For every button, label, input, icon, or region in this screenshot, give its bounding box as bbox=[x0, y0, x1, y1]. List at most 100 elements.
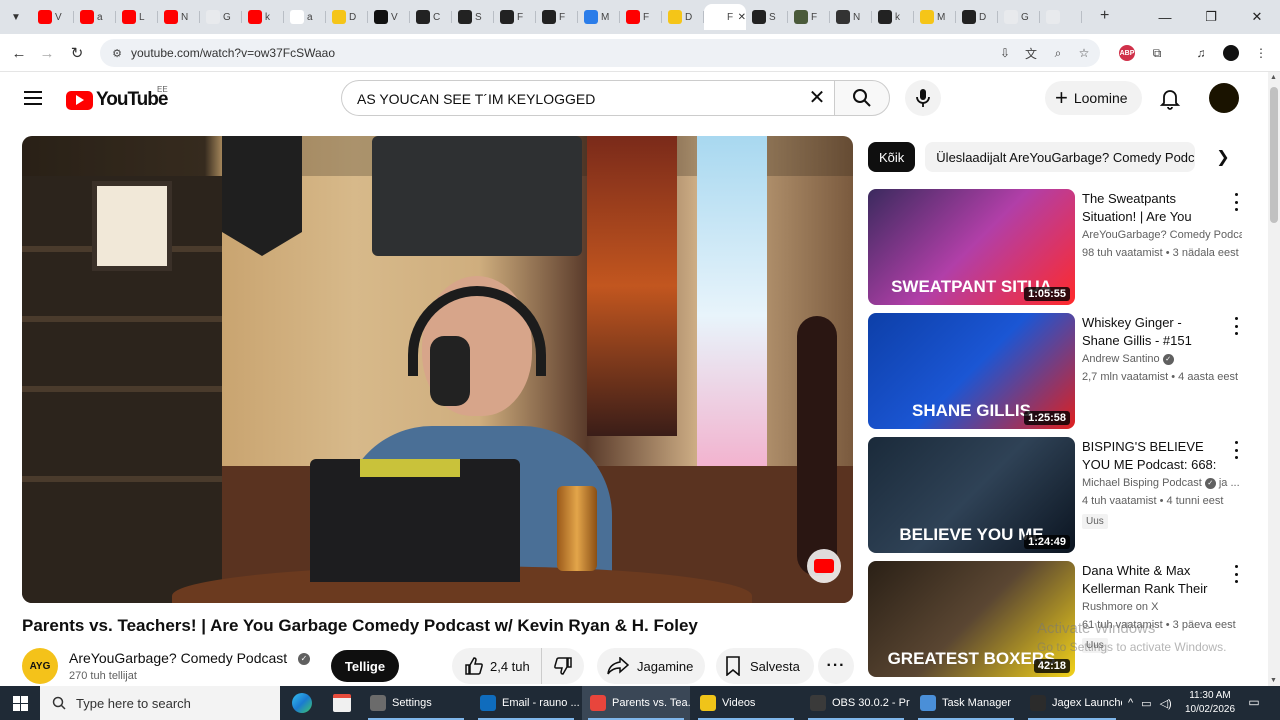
url-text[interactable]: youtube.com/watch?v=ow37FcSWaao bbox=[131, 46, 335, 60]
forward-button[interactable]: → bbox=[36, 42, 58, 64]
share-button[interactable]: Jagamine bbox=[597, 648, 705, 684]
start-button[interactable] bbox=[0, 686, 40, 720]
channel-watermark-icon[interactable] bbox=[807, 549, 841, 583]
browser-tab[interactable]: G bbox=[998, 4, 1040, 30]
browser-tab[interactable]: F bbox=[536, 4, 578, 30]
bookmark-star-icon[interactable]: ☆ bbox=[1076, 45, 1092, 61]
browser-tab[interactable]: S bbox=[452, 4, 494, 30]
more-options-icon[interactable] bbox=[1230, 441, 1242, 459]
tab-search-button[interactable]: ▼ bbox=[6, 7, 26, 27]
browser-tab[interactable]: a bbox=[284, 4, 326, 30]
zoom-icon[interactable]: ⌕ bbox=[1050, 45, 1066, 61]
recommendation-title[interactable]: BISPING'S BELIEVE YOU ME Podcast: 668: S… bbox=[1082, 438, 1222, 474]
browser-tab[interactable]: L bbox=[116, 4, 158, 30]
like-button[interactable]: 2,4 tuh bbox=[452, 648, 542, 684]
reload-button[interactable]: ↻ bbox=[66, 42, 88, 64]
media-controls-icon[interactable]: ♫ bbox=[1192, 44, 1210, 62]
taskbar-app-button[interactable]: Parents vs. Tea... bbox=[582, 686, 690, 720]
scroll-up-arrow-icon[interactable]: ▲ bbox=[1270, 74, 1277, 81]
more-options-icon[interactable] bbox=[1230, 193, 1242, 211]
create-button[interactable]: + Loomine bbox=[1045, 81, 1142, 115]
video-player[interactable] bbox=[22, 136, 853, 603]
recommendation-channel[interactable]: Andrew Santino ✓ bbox=[1082, 353, 1242, 365]
more-options-icon[interactable] bbox=[1230, 565, 1242, 583]
more-options-icon[interactable] bbox=[1230, 317, 1242, 335]
adblock-extension-icon[interactable]: ABP bbox=[1118, 44, 1136, 62]
taskbar-search-box[interactable]: Type here to search bbox=[40, 686, 280, 720]
taskbar-clock[interactable]: 11:30 AM 10/02/2026 bbox=[1180, 689, 1240, 717]
profile-avatar-icon[interactable] bbox=[1222, 44, 1240, 62]
search-input[interactable]: AS YOUCAN SEE T´IM KEYLOGGED ✕ bbox=[341, 80, 835, 116]
browser-tab[interactable]: M bbox=[578, 4, 620, 30]
more-actions-button[interactable]: ··· bbox=[818, 648, 854, 684]
close-window-button[interactable]: ✕ bbox=[1234, 0, 1280, 34]
browser-tab[interactable]: F bbox=[788, 4, 830, 30]
recommendation-card[interactable]: GREATEST BOXERS 42:18 Dana White & Max Kel… bbox=[868, 561, 1246, 677]
browser-tab[interactable]: S bbox=[746, 4, 788, 30]
browser-tab[interactable]: a bbox=[74, 4, 116, 30]
taskbar-app-button[interactable]: OBS 30.0.2 - Pr... bbox=[802, 686, 910, 720]
recommendation-thumbnail[interactable]: SWEATPANT SITUA 1:05:55 bbox=[868, 189, 1075, 305]
youtube-logo[interactable]: YouTube bbox=[66, 89, 168, 111]
edge-browser-icon[interactable] bbox=[282, 686, 322, 720]
taskbar-app-button[interactable]: Task Manager bbox=[912, 686, 1020, 720]
save-button[interactable]: Salvesta bbox=[716, 648, 814, 684]
translate-icon[interactable]: 文 bbox=[1023, 45, 1039, 61]
voice-search-button[interactable] bbox=[905, 80, 941, 116]
site-info-icon[interactable]: ⚙ bbox=[109, 45, 125, 61]
browser-tab[interactable]: D bbox=[326, 4, 368, 30]
browser-tab[interactable]: V bbox=[32, 4, 74, 30]
install-app-icon[interactable]: ⇩ bbox=[997, 45, 1013, 61]
browser-tab[interactable]: k bbox=[242, 4, 284, 30]
browser-tab[interactable]: k bbox=[872, 4, 914, 30]
scrollbar-thumb[interactable] bbox=[1270, 87, 1278, 223]
back-button[interactable]: ← bbox=[8, 42, 30, 64]
search-query-text[interactable]: AS YOUCAN SEE T´IM KEYLOGGED bbox=[357, 91, 595, 107]
browser-tab[interactable]: D bbox=[956, 4, 998, 30]
recommendation-channel[interactable]: Michael Bisping Podcast ✓ ja ... bbox=[1082, 477, 1242, 489]
guide-menu-button[interactable] bbox=[22, 87, 44, 109]
browser-tab[interactable]: G bbox=[200, 4, 242, 30]
taskbar-app-button[interactable]: Settings bbox=[362, 686, 470, 720]
minimize-button[interactable]: — bbox=[1142, 0, 1188, 34]
subscribe-button[interactable]: Tellige bbox=[331, 650, 399, 682]
browser-tab[interactable]: D bbox=[662, 4, 704, 30]
recommendation-card[interactable]: SHANE GILLIS 1:25:58 Whiskey Ginger - Shan… bbox=[868, 313, 1246, 429]
tab-close-icon[interactable]: ✕ bbox=[738, 12, 746, 23]
maximize-button[interactable]: ❐ bbox=[1188, 0, 1234, 34]
channel-name[interactable]: AreYouGarbage? Comedy Podcast bbox=[69, 650, 287, 666]
extensions-puzzle-icon[interactable]: ⧉ bbox=[1148, 44, 1166, 62]
address-bar[interactable]: ⚙ youtube.com/watch?v=ow37FcSWaao ⇩ 文 ⌕ … bbox=[100, 39, 1100, 67]
browser-tab[interactable]: F bbox=[494, 4, 536, 30]
recommendation-thumbnail[interactable]: BELIEVE YOU ME 1:24:49 bbox=[868, 437, 1075, 553]
browser-tab[interactable]: C bbox=[410, 4, 452, 30]
chevron-up-icon[interactable]: ^ bbox=[1128, 697, 1133, 709]
recommendation-card[interactable]: BELIEVE YOU ME 1:24:49 BISPING'S BELIEVE Y… bbox=[868, 437, 1246, 553]
taskbar-app-button[interactable]: Videos bbox=[692, 686, 800, 720]
browser-menu-icon[interactable]: ⋮ bbox=[1252, 44, 1270, 62]
recommendation-card[interactable]: SWEATPANT SITUA 1:05:55 The Sweatpants Sit… bbox=[868, 189, 1246, 305]
browser-tab[interactable] bbox=[1040, 4, 1082, 30]
search-button[interactable] bbox=[834, 80, 890, 116]
recommendation-title[interactable]: The Sweatpants Situation! | Are You Garb… bbox=[1082, 190, 1222, 226]
browser-tab[interactable]: F bbox=[620, 4, 662, 30]
notifications-bell-icon[interactable] bbox=[1158, 86, 1182, 110]
dislike-button[interactable] bbox=[542, 648, 584, 684]
taskbar-app-button[interactable]: Email - rauno ... bbox=[472, 686, 580, 720]
volume-icon[interactable]: ◁) bbox=[1160, 697, 1172, 710]
recommendation-channel[interactable]: AreYouGarbage? Comedy Podcast bbox=[1082, 229, 1242, 241]
chip-from-uploader[interactable]: Üleslaadijalt AreYouGarbage? Comedy Podc… bbox=[925, 142, 1196, 172]
taskbar-app-button[interactable]: Jagex Launcher bbox=[1022, 686, 1122, 720]
scroll-down-arrow-icon[interactable]: ▼ bbox=[1270, 677, 1277, 684]
browser-tab[interactable]: V bbox=[368, 4, 410, 30]
browser-tab[interactable]: M bbox=[914, 4, 956, 30]
account-avatar[interactable] bbox=[1209, 83, 1239, 113]
recommendation-thumbnail[interactable]: GREATEST BOXERS 42:18 bbox=[868, 561, 1075, 677]
store-icon[interactable] bbox=[322, 686, 362, 720]
recommendation-channel[interactable]: Rushmore on X bbox=[1082, 601, 1242, 613]
browser-tab[interactable]: N bbox=[158, 4, 200, 30]
browser-tab[interactable]: N bbox=[830, 4, 872, 30]
network-icon[interactable]: ▭ bbox=[1141, 697, 1151, 710]
recommendation-title[interactable]: Whiskey Ginger - Shane Gillis - #151 bbox=[1082, 314, 1222, 350]
notification-center-icon[interactable]: ▭ bbox=[1246, 695, 1262, 711]
